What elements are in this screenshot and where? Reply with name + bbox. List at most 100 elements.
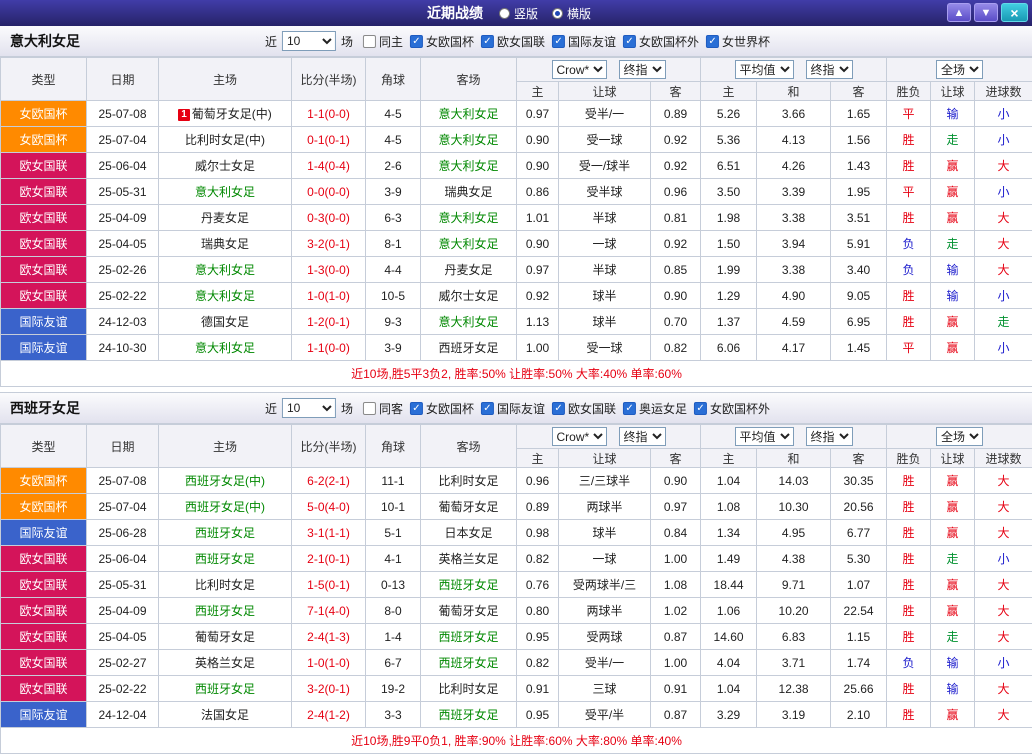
- avg-away-cell: 6.77: [831, 520, 887, 546]
- date-cell: 25-04-09: [87, 598, 159, 624]
- scroll-up-icon[interactable]: ▲: [947, 3, 971, 22]
- result-outcome-cell: 胜: [887, 520, 931, 546]
- away-team-cell: 丹麦女足: [421, 257, 517, 283]
- checkbox-icon[interactable]: [363, 402, 376, 415]
- close-icon[interactable]: ×: [1001, 3, 1028, 22]
- games-label: 场: [341, 400, 353, 417]
- checkbox-icon[interactable]: ✓: [552, 402, 565, 415]
- handicap-cell: 两球半: [559, 494, 651, 520]
- column-header: 主场: [159, 425, 292, 468]
- date-cell: 25-05-31: [87, 572, 159, 598]
- home-team-name: 意大利女足: [195, 263, 255, 277]
- league-type-badge: 欧女国联: [1, 598, 87, 624]
- column-subheader: 和: [757, 82, 831, 101]
- checkbox-icon[interactable]: ✓: [552, 35, 565, 48]
- results-table: 类型日期主场比分(半场)角球客场Crow*终指平均值终指全场主让球客主和客胜负让…: [0, 424, 1032, 754]
- avg-away-cell: 1.74: [831, 650, 887, 676]
- filter-checkbox-5[interactable]: ✓女欧国杯外: [694, 400, 770, 417]
- checkbox-icon[interactable]: ✓: [623, 35, 636, 48]
- odds-source-select[interactable]: 终指: [806, 427, 853, 446]
- handicap-cell: 三/三球半: [559, 468, 651, 494]
- result-goals-cell: 大: [975, 598, 1032, 624]
- handicap-cell: 受半/一: [559, 101, 651, 127]
- odds-source-select[interactable]: 全场: [936, 60, 983, 79]
- avg-draw-cell: 4.95: [757, 520, 831, 546]
- corners-cell: 11-1: [366, 468, 421, 494]
- filter-checkbox-4[interactable]: ✓女欧国杯外: [623, 33, 699, 50]
- match-count-select[interactable]: 10: [282, 31, 336, 51]
- score-cell: 1-1(0-0): [292, 101, 366, 127]
- filter-checkbox-4[interactable]: ✓奥运女足: [623, 400, 687, 417]
- avg-home-cell: 6.06: [701, 335, 757, 361]
- column-subheader: 进球数: [975, 449, 1032, 468]
- corners-cell: 1-4: [366, 624, 421, 650]
- filter-bar: 近10场同客✓女欧国杯✓国际友谊✓欧女国联✓奥运女足✓女欧国杯外: [262, 398, 770, 418]
- checkbox-icon[interactable]: ✓: [481, 35, 494, 48]
- odds-home-cell: 0.90: [517, 153, 559, 179]
- home-team-name: 西班牙女足(中): [185, 474, 265, 488]
- scroll-down-icon[interactable]: ▼: [974, 3, 998, 22]
- away-team-cell: 西班牙女足: [421, 624, 517, 650]
- match-row: 欧女国联25-05-31意大利女足0-0(0-0)3-9瑞典女足0.86受半球0…: [1, 179, 1032, 205]
- avg-draw-cell: 3.71: [757, 650, 831, 676]
- odds-source-select[interactable]: Crow*: [552, 60, 607, 79]
- filter-checkbox-2[interactable]: ✓欧女国联: [481, 33, 545, 50]
- filter-checkbox-1[interactable]: ✓女欧国杯: [410, 33, 474, 50]
- checkbox-icon[interactable]: ✓: [410, 35, 423, 48]
- score-cell: 0-0(0-0): [292, 179, 366, 205]
- odds-source-select[interactable]: Crow*: [552, 427, 607, 446]
- home-team-cell: 意大利女足: [159, 283, 292, 309]
- filter-checkbox-3[interactable]: ✓国际友谊: [552, 33, 616, 50]
- date-cell: 25-04-09: [87, 205, 159, 231]
- checkbox-icon[interactable]: ✓: [623, 402, 636, 415]
- corners-cell: 5-1: [366, 520, 421, 546]
- checkbox-icon[interactable]: ✓: [694, 402, 707, 415]
- home-team-cell: 威尔士女足: [159, 153, 292, 179]
- view-option-vertical[interactable]: 竖版: [499, 5, 538, 22]
- filter-checkbox-2[interactable]: ✓国际友谊: [481, 400, 545, 417]
- checkbox-label: 同客: [379, 400, 403, 417]
- column-header: 日期: [87, 58, 159, 101]
- checkbox-icon[interactable]: ✓: [481, 402, 494, 415]
- home-team-name: 瑞典女足: [201, 237, 249, 251]
- avg-away-cell: 1.15: [831, 624, 887, 650]
- odds-source-select[interactable]: 平均值: [735, 427, 794, 446]
- odds-source-select[interactable]: 终指: [806, 60, 853, 79]
- filter-checkbox-0[interactable]: 同客: [363, 400, 403, 417]
- avg-draw-cell: 4.90: [757, 283, 831, 309]
- checkbox-label: 同主: [379, 33, 403, 50]
- result-outcome-cell: 胜: [887, 572, 931, 598]
- filter-checkbox-0[interactable]: 同主: [363, 33, 403, 50]
- radio-icon[interactable]: [499, 8, 510, 19]
- odds-source-select[interactable]: 全场: [936, 427, 983, 446]
- radio-icon[interactable]: [552, 8, 563, 19]
- home-team-name: 西班牙女足: [195, 526, 255, 540]
- filter-checkbox-3[interactable]: ✓欧女国联: [552, 400, 616, 417]
- home-team-name: 西班牙女足: [195, 682, 255, 696]
- checkbox-icon[interactable]: [363, 35, 376, 48]
- match-row: 女欧国杯25-07-08西班牙女足(中)6-2(2-1)11-1比利时女足0.9…: [1, 468, 1032, 494]
- league-type-badge: 欧女国联: [1, 572, 87, 598]
- checkbox-icon[interactable]: ✓: [410, 402, 423, 415]
- odds-source-select[interactable]: 平均值: [735, 60, 794, 79]
- result-handicap-cell: 走: [931, 624, 975, 650]
- home-team-name: 威尔士女足: [195, 159, 255, 173]
- filter-checkbox-1[interactable]: ✓女欧国杯: [410, 400, 474, 417]
- odds-source-select[interactable]: 终指: [619, 427, 666, 446]
- league-type-badge: 欧女国联: [1, 676, 87, 702]
- date-cell: 24-12-04: [87, 702, 159, 728]
- filter-checkbox-5[interactable]: ✓女世界杯: [706, 33, 770, 50]
- avg-away-cell: 3.40: [831, 257, 887, 283]
- view-option-horizontal[interactable]: 横版: [552, 5, 591, 22]
- avg-home-cell: 14.60: [701, 624, 757, 650]
- match-count-select[interactable]: 10: [282, 398, 336, 418]
- odds-home-cell: 1.00: [517, 335, 559, 361]
- column-subheader: 主: [701, 82, 757, 101]
- corners-cell: 3-3: [366, 702, 421, 728]
- date-cell: 25-07-08: [87, 101, 159, 127]
- league-type-badge: 国际友谊: [1, 335, 87, 361]
- odds-away-cell: 0.91: [651, 676, 701, 702]
- home-team-name: 德国女足: [201, 315, 249, 329]
- odds-source-select[interactable]: 终指: [619, 60, 666, 79]
- checkbox-icon[interactable]: ✓: [706, 35, 719, 48]
